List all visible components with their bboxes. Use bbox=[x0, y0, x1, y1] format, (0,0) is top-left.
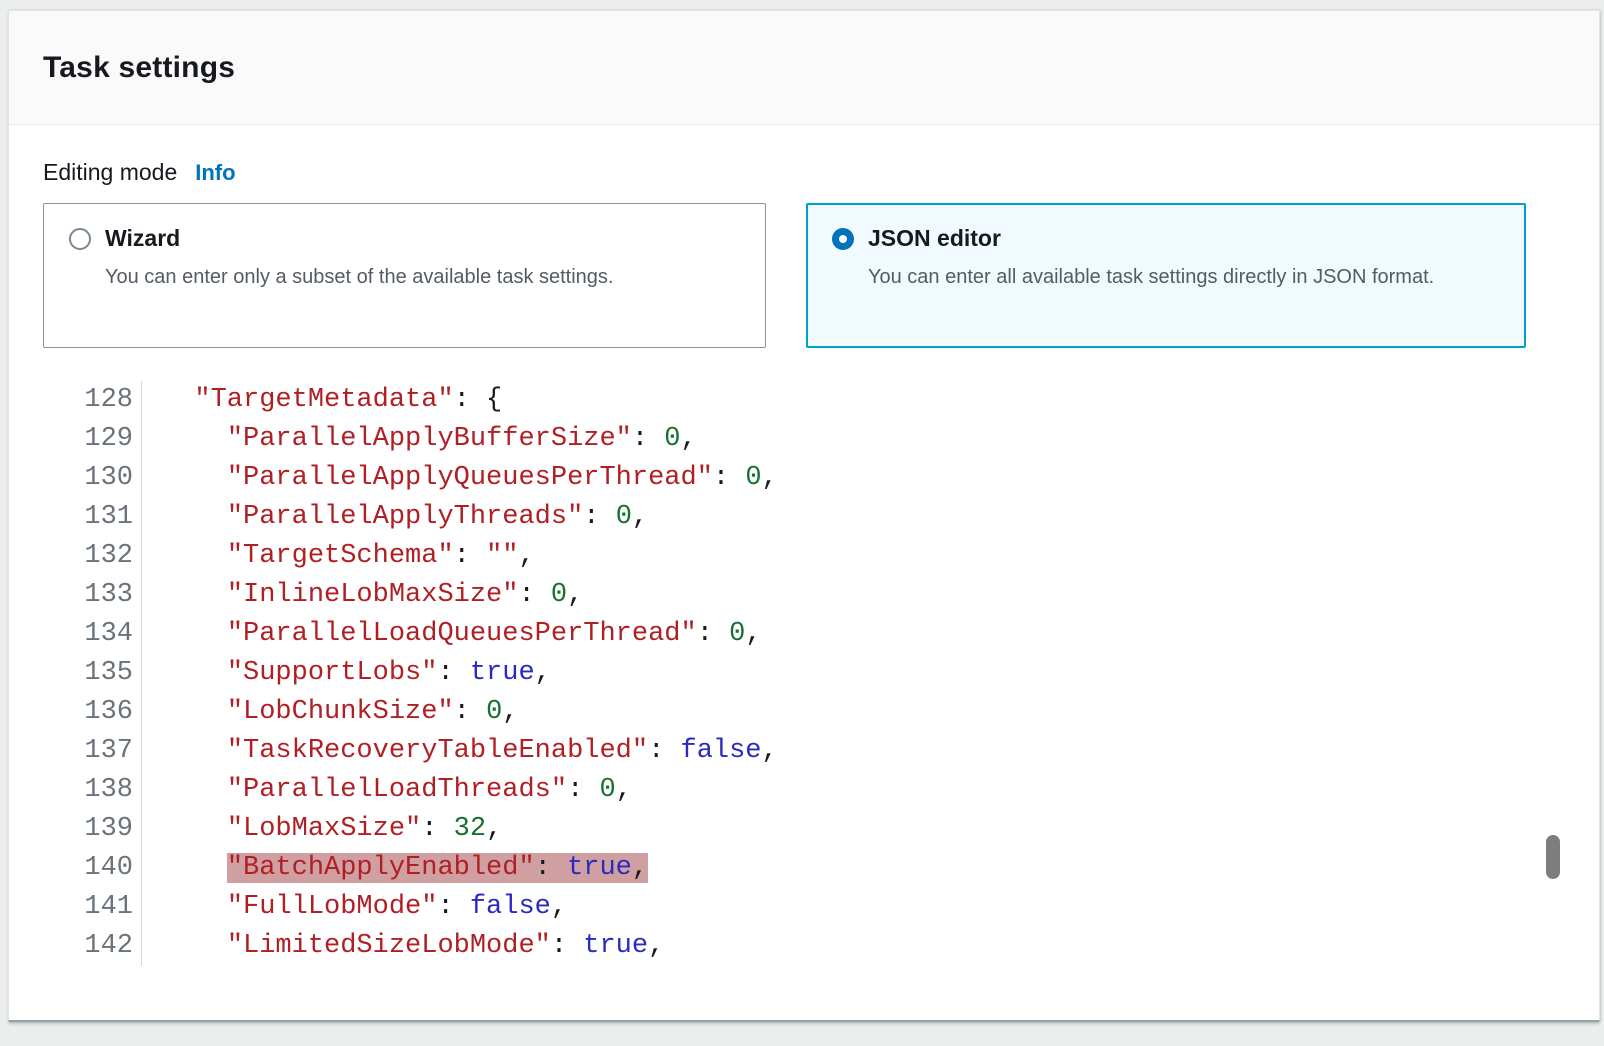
code-line[interactable]: 137 "TaskRecoveryTableEnabled": false, bbox=[43, 732, 1599, 771]
code-line-text: "LobMaxSize": 32, bbox=[142, 810, 502, 849]
line-number: 139 bbox=[43, 810, 142, 849]
code-line-text: "ParallelLoadThreads": 0, bbox=[142, 771, 632, 810]
panel-content: Editing mode Info Wizard You can enter o… bbox=[9, 159, 1599, 966]
line-number: 141 bbox=[43, 888, 142, 927]
code-line-text: "TargetSchema": "", bbox=[142, 537, 535, 576]
wizard-option-card[interactable]: Wizard You can enter only a subset of th… bbox=[43, 203, 766, 348]
line-number: 128 bbox=[43, 381, 142, 420]
json-editor-option-label: JSON editor bbox=[868, 225, 1001, 252]
code-line-text: "InlineLobMaxSize": 0, bbox=[142, 576, 583, 615]
line-number: 142 bbox=[43, 927, 142, 966]
code-line-text: "FullLobMode": false, bbox=[142, 888, 567, 927]
code-line-text: "BatchApplyEnabled": true, bbox=[142, 849, 648, 888]
json-editor-radio-button[interactable] bbox=[832, 228, 854, 250]
code-line[interactable]: 141 "FullLobMode": false, bbox=[43, 888, 1599, 927]
editing-mode-row: Editing mode Info bbox=[43, 159, 1599, 186]
code-line-text: "ParallelApplyBufferSize": 0, bbox=[142, 420, 697, 459]
code-line[interactable]: 131 "ParallelApplyThreads": 0, bbox=[43, 498, 1599, 537]
line-number: 138 bbox=[43, 771, 142, 810]
code-line-text: "ParallelApplyThreads": 0, bbox=[142, 498, 648, 537]
line-number: 130 bbox=[43, 459, 142, 498]
code-line[interactable]: 139 "LobMaxSize": 32, bbox=[43, 810, 1599, 849]
code-line[interactable]: 128 "TargetMetadata": { bbox=[43, 381, 1599, 420]
code-line[interactable]: 133 "InlineLobMaxSize": 0, bbox=[43, 576, 1599, 615]
editing-mode-tiles: Wizard You can enter only a subset of th… bbox=[43, 203, 1599, 348]
page-title: Task settings bbox=[43, 51, 235, 85]
line-number: 135 bbox=[43, 654, 142, 693]
wizard-radio-button[interactable] bbox=[69, 228, 91, 250]
code-line-text: "TargetMetadata": { bbox=[142, 381, 502, 420]
wizard-option-label: Wizard bbox=[105, 225, 180, 252]
editing-mode-label: Editing mode bbox=[43, 159, 177, 186]
line-number: 129 bbox=[43, 420, 142, 459]
highlighted-code-segment: "BatchApplyEnabled": true, bbox=[227, 853, 648, 883]
code-line-text: "ParallelApplyQueuesPerThread": 0, bbox=[142, 459, 778, 498]
json-editor-option-description: You can enter all available task setting… bbox=[868, 262, 1500, 293]
line-number: 133 bbox=[43, 576, 142, 615]
code-line-text: "LimitedSizeLobMode": true, bbox=[142, 927, 664, 966]
line-number: 137 bbox=[43, 732, 142, 771]
line-number: 131 bbox=[43, 498, 142, 537]
code-line[interactable]: 135 "SupportLobs": true, bbox=[43, 654, 1599, 693]
line-number: 136 bbox=[43, 693, 142, 732]
wizard-option-head: Wizard bbox=[69, 225, 740, 252]
code-line-text: "ParallelLoadQueuesPerThread": 0, bbox=[142, 615, 762, 654]
code-line[interactable]: 132 "TargetSchema": "", bbox=[43, 537, 1599, 576]
code-line[interactable]: 138 "ParallelLoadThreads": 0, bbox=[43, 771, 1599, 810]
code-line[interactable]: 140 "BatchApplyEnabled": true, bbox=[43, 849, 1599, 888]
panel-header: Task settings bbox=[9, 11, 1599, 125]
code-line[interactable]: 142 "LimitedSizeLobMode": true, bbox=[43, 927, 1599, 966]
json-code-editor[interactable]: 128 "TargetMetadata": {129 "ParallelAppl… bbox=[43, 381, 1599, 966]
code-line[interactable]: 134 "ParallelLoadQueuesPerThread": 0, bbox=[43, 615, 1599, 654]
code-line[interactable]: 136 "LobChunkSize": 0, bbox=[43, 693, 1599, 732]
json-editor-option-head: JSON editor bbox=[832, 225, 1500, 252]
code-lines: 128 "TargetMetadata": {129 "ParallelAppl… bbox=[43, 381, 1599, 966]
code-line-text: "TaskRecoveryTableEnabled": false, bbox=[142, 732, 778, 771]
line-number: 134 bbox=[43, 615, 142, 654]
wizard-option-description: You can enter only a subset of the avail… bbox=[105, 262, 740, 293]
code-line[interactable]: 129 "ParallelApplyBufferSize": 0, bbox=[43, 420, 1599, 459]
json-editor-option-card[interactable]: JSON editor You can enter all available … bbox=[806, 203, 1526, 348]
scrollbar-thumb[interactable] bbox=[1546, 835, 1560, 879]
code-line[interactable]: 130 "ParallelApplyQueuesPerThread": 0, bbox=[43, 459, 1599, 498]
line-number: 132 bbox=[43, 537, 142, 576]
code-line-text: "LobChunkSize": 0, bbox=[142, 693, 518, 732]
task-settings-panel: Task settings Editing mode Info Wizard Y… bbox=[8, 10, 1600, 1022]
info-link[interactable]: Info bbox=[195, 160, 235, 186]
code-line-text: "SupportLobs": true, bbox=[142, 654, 551, 693]
line-number: 140 bbox=[43, 849, 142, 888]
